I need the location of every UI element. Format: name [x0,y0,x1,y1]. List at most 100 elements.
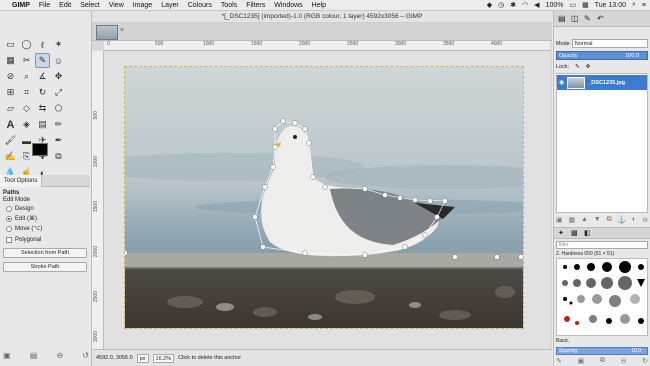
menu-view[interactable]: View [109,2,124,9]
mask-layer-icon[interactable]: ◐ [632,216,636,224]
layer-group-icon[interactable]: ▦ [568,216,575,224]
foreground-select-icon[interactable]: ☺ [51,53,66,68]
menu-help[interactable]: Help [312,2,326,9]
refresh-brushes-icon[interactable]: ↻ [642,357,648,365]
close-icon[interactable]: × [120,27,124,34]
brushes-grid[interactable] [556,258,648,336]
restore-options-icon[interactable]: ▤ [30,351,38,360]
new-layer-icon[interactable]: ▣ [556,216,563,224]
seagull-photo[interactable] [124,66,524,329]
scale-icon[interactable]: ⤢ [51,85,66,100]
move-icon[interactable]: ✥ [51,69,66,84]
mode-edit-radio[interactable]: Edit (⌘) [6,215,89,222]
measure-icon[interactable]: ∡ [35,69,50,84]
menu-file[interactable]: File [39,2,50,9]
cage-icon[interactable]: ⬠ [51,101,66,116]
clock[interactable]: Tue 13:00 [595,2,626,9]
gradients-tab-icon[interactable]: ◧ [584,229,591,237]
mypaint-brush-icon[interactable]: ✍ [3,149,18,164]
fuzzy-select-icon[interactable]: ✶ [51,37,66,52]
edit-brush-icon[interactable]: ✎ [556,357,562,365]
layer-name[interactable]: _DSC1235.jpg [588,80,625,86]
delete-options-icon[interactable]: ⊖ [56,351,63,360]
patterns-tab-icon[interactable]: ▩ [571,229,578,237]
notification-icon[interactable]: ≡ [642,2,646,9]
canvas-area[interactable] [104,51,550,349]
delete-brush-icon[interactable]: ⊖ [621,357,627,365]
raise-layer-icon[interactable]: ▲ [581,216,588,224]
reset-options-icon[interactable]: ↺ [82,351,89,360]
menu-windows[interactable]: Windows [274,2,302,9]
mode-move-radio[interactable]: Move (⌥) [6,225,89,232]
battery-icon[interactable]: ▭ [569,1,576,9]
stroke-path-button[interactable]: Stroke Path [3,262,87,272]
menu-tools[interactable]: Tools [221,2,237,9]
opacity-slider[interactable]: Opacity 100.0 [556,51,648,60]
selection-from-path-button[interactable]: Selection from Path [3,248,87,258]
mode-design-radio[interactable]: Design [6,206,89,212]
duplicate-brush-icon[interactable]: ⧉ [600,357,605,365]
scissors-icon[interactable]: ✂ [19,53,34,68]
shear-icon[interactable]: ▱ [3,101,18,116]
paintbrush-icon[interactable]: 🖌 [3,133,18,148]
menu-app[interactable]: GIMP [12,2,30,9]
wifi-icon[interactable]: ◠ [522,1,528,9]
new-brush-icon[interactable]: ▣ [578,357,585,365]
color-picker-icon[interactable]: ⊘ [3,69,18,84]
color-select-icon[interactable]: ▦ [3,53,18,68]
mode-select[interactable]: Normal [571,39,648,48]
zoom-icon[interactable]: ⌕ [19,69,34,84]
anchor-layer-icon[interactable]: ⚓ [617,216,626,224]
volume-icon[interactable]: ◀ [534,1,539,9]
undo-tab-icon[interactable]: ↶ [597,14,604,23]
spotlight-icon[interactable]: ⌕ [632,1,636,9]
menu-select[interactable]: Select [80,2,99,9]
layer-row[interactable]: ◉ _DSC1235.jpg [557,75,647,90]
duplicate-layer-icon[interactable]: ⧉ [607,216,612,224]
tab-tool-options[interactable]: Tool Options [0,174,43,187]
pencil-icon[interactable]: ✏ [51,117,66,132]
crop-icon[interactable]: ⌗ [19,85,34,100]
paths-tool-icon[interactable]: ✎ [35,53,50,68]
perspective-icon[interactable]: ◇ [19,101,34,116]
timemachine-icon[interactable]: ◷ [498,1,504,9]
bucket-fill-icon[interactable]: ◈ [19,117,34,132]
foreground-color-swatch[interactable] [32,143,48,156]
zoom-select[interactable]: 16.2% [152,353,175,363]
image-tab-thumbnail[interactable] [96,25,118,40]
delete-layer-icon[interactable]: ⊖ [642,216,648,224]
polygonal-checkbox[interactable]: Polygonal [6,237,89,243]
visibility-eye-icon[interactable]: ◉ [559,79,564,86]
rotate-icon[interactable]: ↻ [35,85,50,100]
menu-layer[interactable]: Layer [161,2,179,9]
spacing-slider[interactable]: Spacing 10.0 [556,347,648,355]
menu-colours[interactable]: Colours [188,2,212,9]
channels-tab-icon[interactable]: ◫ [571,14,579,23]
brush-filter-input[interactable]: filter [556,241,648,249]
vertical-ruler[interactable]: 500 1000 1500 2000 2500 3000 [92,51,104,351]
flip-icon[interactable]: ⇆ [35,101,50,116]
paths-tab-icon[interactable]: ✎ [584,14,591,23]
fg-bg-colors[interactable] [30,141,58,165]
dropbox-icon[interactable]: ◆ [487,1,492,9]
brushes-tab-icon[interactable]: ✦ [558,229,564,237]
rect-select-icon[interactable]: ▭ [3,37,18,52]
save-options-icon[interactable]: ▣ [3,351,11,360]
lower-layer-icon[interactable]: ▼ [594,216,601,224]
ellipse-select-icon[interactable]: ◯ [19,37,34,52]
layers-tab-icon[interactable]: ▤ [558,14,566,23]
bluetooth-icon[interactable]: ✱ [510,1,516,9]
gradient-icon[interactable]: ▤ [35,117,50,132]
horizontal-ruler[interactable]: 0 500 1000 1500 2000 2500 3000 3500 4000 [104,41,550,51]
menu-filters[interactable]: Filters [246,2,265,9]
flag-icon[interactable]: ▦ [582,1,589,9]
menu-image[interactable]: Image [133,2,152,9]
lock-position-icon[interactable]: ✥ [586,64,591,70]
unit-select[interactable]: px [136,353,149,363]
lock-pixels-icon[interactable]: ✎ [575,64,580,70]
align-icon[interactable]: ⊞ [3,85,18,100]
text-icon[interactable]: A [3,117,18,132]
free-select-icon[interactable]: ℓ [35,37,50,52]
menu-edit[interactable]: Edit [59,2,71,9]
brush-preset-label[interactable]: Basic, [556,338,570,344]
